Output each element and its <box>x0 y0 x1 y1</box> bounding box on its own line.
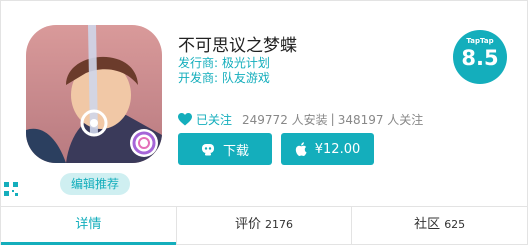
download-button[interactable]: 下载 <box>178 133 272 165</box>
buy-button-label: ¥12.00 <box>314 141 361 157</box>
stats-row: 已关注 249772 人安装 | 348197 人关注 <box>178 111 423 127</box>
taptap-download-icon <box>201 143 214 155</box>
tab-community[interactable]: 社区 625 <box>351 207 527 245</box>
download-button-label: 下载 <box>222 143 249 159</box>
publisher-link[interactable]: 极光计划 <box>222 56 270 70</box>
app-title: 不可思议之梦蝶 <box>178 36 297 56</box>
install-count: 249772 人安装 <box>242 112 328 127</box>
developer-link[interactable]: 队友游戏 <box>222 71 270 85</box>
editor-recommend-badge: 编辑推荐 <box>60 173 130 195</box>
follower-count: 348197 人关注 <box>337 112 424 127</box>
tab-reviews-count: 2176 <box>265 218 294 231</box>
stats-separator: | <box>330 112 335 126</box>
rating-score: 8.5 <box>461 46 499 70</box>
tab-community-count: 625 <box>444 218 466 231</box>
tab-details[interactable]: 详情 <box>1 207 176 245</box>
app-card: 编辑推荐 不可思议之梦蝶 发行商: 极光计划 开发商: 队友游戏 TapTap … <box>0 0 528 245</box>
developer-label: 开发商: <box>178 71 219 85</box>
tab-bar: 详情 评价 2176 社区 625 <box>1 206 527 245</box>
apple-icon <box>295 142 307 156</box>
heart-icon[interactable] <box>178 112 192 126</box>
tab-reviews-label: 评价 <box>235 217 262 232</box>
rating-badge: TapTap 8.5 <box>453 30 507 84</box>
developer-row: 开发商: 队友游戏 <box>178 69 270 86</box>
publisher-label: 发行商: <box>178 56 219 70</box>
qr-code-icon[interactable] <box>3 181 19 197</box>
tab-reviews[interactable]: 评价 2176 <box>175 207 352 245</box>
buy-button[interactable]: ¥12.00 <box>281 133 374 165</box>
tab-details-label: 详情 <box>75 217 102 232</box>
followed-label[interactable]: 已关注 <box>196 111 232 128</box>
tab-community-label: 社区 <box>414 217 441 232</box>
rating-brand: TapTap <box>466 37 494 45</box>
app-icon[interactable] <box>26 25 162 163</box>
